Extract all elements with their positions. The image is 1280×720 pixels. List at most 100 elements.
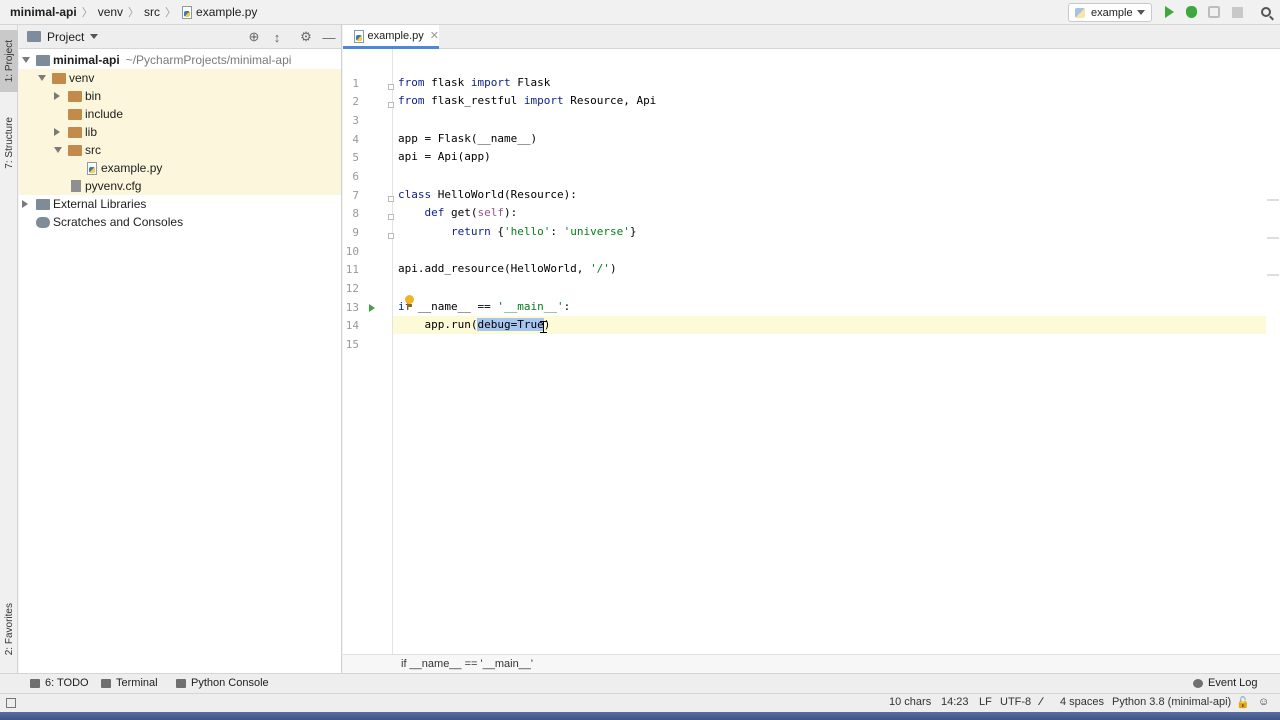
locate-icon[interactable]: ⊕ bbox=[247, 29, 261, 44]
lightbulb-icon[interactable] bbox=[405, 295, 414, 307]
fold-marker-icon[interactable] bbox=[388, 233, 394, 239]
chevron-right-icon[interactable] bbox=[54, 128, 60, 136]
line-number: 1 bbox=[352, 77, 359, 90]
tree-item-label: example.py bbox=[101, 161, 163, 175]
code-token: HelloWorld(Resource): bbox=[431, 188, 577, 201]
code-token: ): bbox=[504, 206, 518, 219]
editorconfig-icon: ∕ bbox=[1040, 696, 1042, 708]
code-token: from bbox=[398, 76, 425, 89]
tree-item-label: Scratches and Consoles bbox=[53, 215, 184, 229]
file-encoding[interactable]: UTF-8 bbox=[1000, 696, 1031, 708]
fold-marker-icon[interactable] bbox=[388, 214, 394, 220]
tree-item-lib[interactable]: lib bbox=[19, 123, 341, 141]
project-panel: Project ⊕ ↕ ⚙ — minimal-api ~/PycharmProj… bbox=[19, 25, 342, 673]
line-number: 3 bbox=[352, 114, 359, 127]
debug-button[interactable] bbox=[1183, 4, 1199, 20]
coverage-button[interactable] bbox=[1206, 4, 1222, 20]
chevron-right-icon[interactable] bbox=[54, 92, 60, 100]
tab-example-py[interactable]: example.py ✕ bbox=[343, 25, 439, 49]
tree-item-include[interactable]: include bbox=[19, 105, 341, 123]
tab-project[interactable]: 1: Project bbox=[0, 30, 18, 92]
tab-favorites[interactable]: 2: Favorites bbox=[0, 593, 18, 665]
gear-icon[interactable]: ⚙ bbox=[299, 29, 313, 44]
line-separator[interactable]: LF bbox=[979, 696, 992, 708]
tree-item-external-libraries[interactable]: External Libraries bbox=[19, 195, 341, 213]
code-token: return bbox=[450, 225, 491, 238]
tree-item-label: src bbox=[85, 143, 101, 157]
line-number: 9 bbox=[352, 226, 359, 239]
editor: example.py ✕ 1 2 3 4 5 6 7 8 9 10 11 12 … bbox=[343, 25, 1280, 673]
line-number: 6 bbox=[352, 170, 359, 183]
terminal-button[interactable]: Terminal bbox=[101, 677, 158, 689]
library-icon bbox=[36, 199, 50, 210]
tree-item-path: ~/PycharmProjects/minimal-api bbox=[125, 53, 292, 67]
lock-icon[interactable]: 🔓 bbox=[1236, 696, 1250, 709]
scroll-marker bbox=[1267, 274, 1279, 276]
code-line: from flask import Flask bbox=[398, 74, 550, 92]
code-token: '/' bbox=[590, 262, 610, 275]
tab-structure[interactable]: 7: Structure bbox=[0, 107, 18, 179]
search-everywhere-button[interactable] bbox=[1258, 4, 1274, 20]
chevron-down-icon[interactable] bbox=[22, 57, 30, 63]
fold-marker-icon[interactable] bbox=[388, 196, 394, 202]
python-console-button[interactable]: Python Console bbox=[176, 677, 269, 689]
cursor-position[interactable]: 14:23 bbox=[941, 696, 969, 708]
project-panel-title[interactable]: Project bbox=[47, 30, 84, 44]
tree-item-pyvenv-cfg[interactable]: pyvenv.cfg bbox=[19, 177, 341, 195]
python-file-icon bbox=[181, 6, 193, 19]
chevron-right-icon[interactable] bbox=[22, 200, 28, 208]
code-line: api.add_resource(HelloWorld, '/') bbox=[398, 260, 617, 278]
breadcrumb-venv[interactable]: venv bbox=[98, 5, 123, 19]
code-area[interactable]: from flask import Flask from flask_restf… bbox=[393, 49, 1278, 654]
code-token: '__main__' bbox=[497, 300, 564, 313]
code-line: from flask_restful import Resource, Api bbox=[398, 92, 656, 110]
tree-item-scratches[interactable]: Scratches and Consoles bbox=[19, 213, 341, 231]
code-token: get( bbox=[444, 206, 478, 219]
event-log-button[interactable]: Event Log bbox=[1193, 677, 1258, 689]
text-cursor-icon bbox=[540, 321, 547, 333]
line-number: 10 bbox=[345, 245, 359, 258]
todo-button[interactable]: 6: TODO bbox=[30, 677, 89, 689]
tree-item-bin[interactable]: bin bbox=[19, 87, 341, 105]
fold-marker-icon[interactable] bbox=[388, 102, 394, 108]
code-token: ) bbox=[543, 318, 551, 331]
tree-item-example-py[interactable]: example.py bbox=[19, 159, 341, 177]
tree-item-venv[interactable]: venv bbox=[19, 69, 341, 87]
hide-icon[interactable]: — bbox=[322, 30, 336, 45]
run-configuration-select[interactable]: example bbox=[1068, 3, 1152, 22]
breadcrumb-project[interactable]: minimal-api bbox=[10, 5, 77, 19]
chevron-down-icon[interactable] bbox=[90, 34, 99, 39]
breadcrumb-file[interactable]: example.py bbox=[196, 5, 257, 19]
fold-marker-icon[interactable] bbox=[388, 84, 394, 90]
inspector-icon[interactable]: ☺ bbox=[1258, 696, 1269, 708]
line-number: 7 bbox=[352, 189, 359, 202]
code-token: __name__ == bbox=[411, 300, 498, 313]
tool-windows-toggle-icon[interactable] bbox=[6, 698, 16, 708]
chevron-down-icon[interactable] bbox=[54, 147, 62, 153]
code-token: def bbox=[424, 206, 445, 219]
folder-icon bbox=[68, 127, 82, 138]
breadcrumb-src[interactable]: src bbox=[144, 5, 160, 19]
editor-breadcrumb[interactable]: if __name__ == '__main__' bbox=[401, 658, 533, 670]
run-button[interactable] bbox=[1161, 4, 1177, 20]
line-number-gutter: 1 2 3 4 5 6 7 8 9 10 11 12 13 14 15 bbox=[343, 49, 394, 654]
chevron-down-icon[interactable] bbox=[38, 75, 46, 81]
status-bar: 10 chars 14:23 LF UTF-8 ∕ 4 spaces Pytho… bbox=[0, 693, 1280, 712]
collapse-all-icon[interactable]: ↕ bbox=[270, 30, 284, 45]
tree-item-minimal-api[interactable]: minimal-api ~/PycharmProjects/minimal-api bbox=[19, 51, 341, 69]
search-icon bbox=[1261, 7, 1271, 17]
python-console-label: Python Console bbox=[191, 677, 269, 689]
tree-item-src[interactable]: src bbox=[19, 141, 341, 159]
stop-button[interactable] bbox=[1229, 4, 1245, 20]
scroll-marker bbox=[1267, 237, 1279, 239]
close-icon[interactable]: ✕ bbox=[430, 29, 439, 42]
code-token: : bbox=[550, 225, 564, 238]
todo-label: 6: TODO bbox=[45, 677, 89, 689]
run-gutter-icon[interactable] bbox=[369, 304, 375, 312]
python-interpreter[interactable]: Python 3.8 (minimal-api) bbox=[1112, 696, 1231, 708]
code-token: from bbox=[398, 94, 425, 107]
indent-setting[interactable]: 4 spaces bbox=[1060, 696, 1104, 708]
os-dock bbox=[0, 712, 1280, 720]
editor-scrollbar[interactable] bbox=[1266, 49, 1280, 654]
line-number: 2 bbox=[352, 95, 359, 108]
